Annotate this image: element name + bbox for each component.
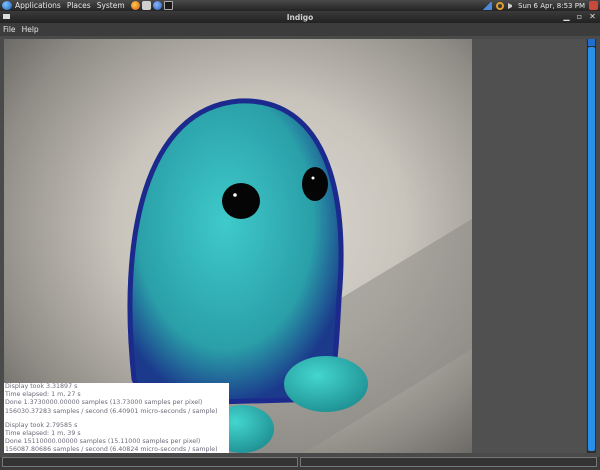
log-line: 156030.37283 samples / second (6.40901 m… bbox=[5, 407, 218, 415]
window-controls: ▁ ▫ ✕ bbox=[562, 12, 597, 21]
terminal-icon[interactable] bbox=[163, 1, 173, 10]
search-icon[interactable] bbox=[496, 1, 504, 10]
logout-icon[interactable] bbox=[589, 1, 598, 10]
places-menu[interactable]: Places bbox=[67, 1, 91, 10]
window-menu-icon[interactable] bbox=[3, 14, 10, 19]
log-line: Done 15110000.00000 samples (15.11000 sa… bbox=[5, 438, 201, 446]
network-icon[interactable] bbox=[483, 1, 492, 10]
volume-icon[interactable] bbox=[508, 2, 514, 9]
vertical-scrollbar[interactable] bbox=[587, 39, 596, 453]
clock[interactable]: Sun 6 Apr, 8:53 PM bbox=[518, 2, 585, 10]
log-line: Time elapsed: 1 m, 39 s bbox=[5, 430, 81, 438]
log-line: Display took 2.79585 s bbox=[5, 421, 78, 429]
creature-right-eye bbox=[302, 167, 328, 201]
status-field-left bbox=[2, 457, 298, 467]
render-log: Display took 3.31897 s Time elapsed: 1 m… bbox=[4, 383, 229, 453]
creature-right-foot bbox=[284, 356, 368, 412]
statusbar bbox=[0, 457, 600, 470]
window-titlebar[interactable]: Indigo ▁ ▫ ✕ bbox=[0, 11, 600, 23]
log-line: Display took 3.31897 s bbox=[5, 383, 78, 390]
side-panel bbox=[472, 39, 586, 453]
log-line: Time elapsed: 1 m, 27 s bbox=[5, 391, 81, 399]
minimize-icon[interactable]: ▁ bbox=[562, 12, 571, 21]
close-icon[interactable]: ✕ bbox=[588, 12, 597, 21]
firefox-icon[interactable] bbox=[130, 1, 140, 10]
log-line: 156087.80686 samples / second (6.40824 m… bbox=[5, 446, 218, 454]
applications-menu[interactable]: Applications bbox=[15, 1, 61, 10]
gnome-foot-icon[interactable] bbox=[2, 1, 12, 10]
menu-help[interactable]: Help bbox=[22, 25, 39, 34]
top-panel: Applications Places System Sun 6 Apr, 8:… bbox=[0, 0, 600, 11]
status-field-right bbox=[300, 457, 597, 467]
window-title: Indigo bbox=[286, 12, 314, 22]
system-tray: Sun 6 Apr, 8:53 PM bbox=[483, 0, 598, 11]
creature-left-eye bbox=[222, 183, 260, 219]
scroll-up-icon[interactable] bbox=[588, 39, 595, 46]
menu-file[interactable]: File bbox=[3, 25, 16, 34]
scrollbar-thumb[interactable] bbox=[588, 47, 595, 451]
menubar: File Help bbox=[0, 23, 600, 36]
log-line: Done 1.3730000.00000 samples (13.73000 s… bbox=[5, 399, 203, 407]
mail-icon[interactable] bbox=[141, 1, 151, 10]
system-menu[interactable]: System bbox=[97, 1, 125, 10]
main-content: Display took 3.31897 s Time elapsed: 1 m… bbox=[0, 36, 600, 457]
help-icon[interactable] bbox=[152, 1, 162, 10]
maximize-icon[interactable]: ▫ bbox=[575, 12, 584, 21]
